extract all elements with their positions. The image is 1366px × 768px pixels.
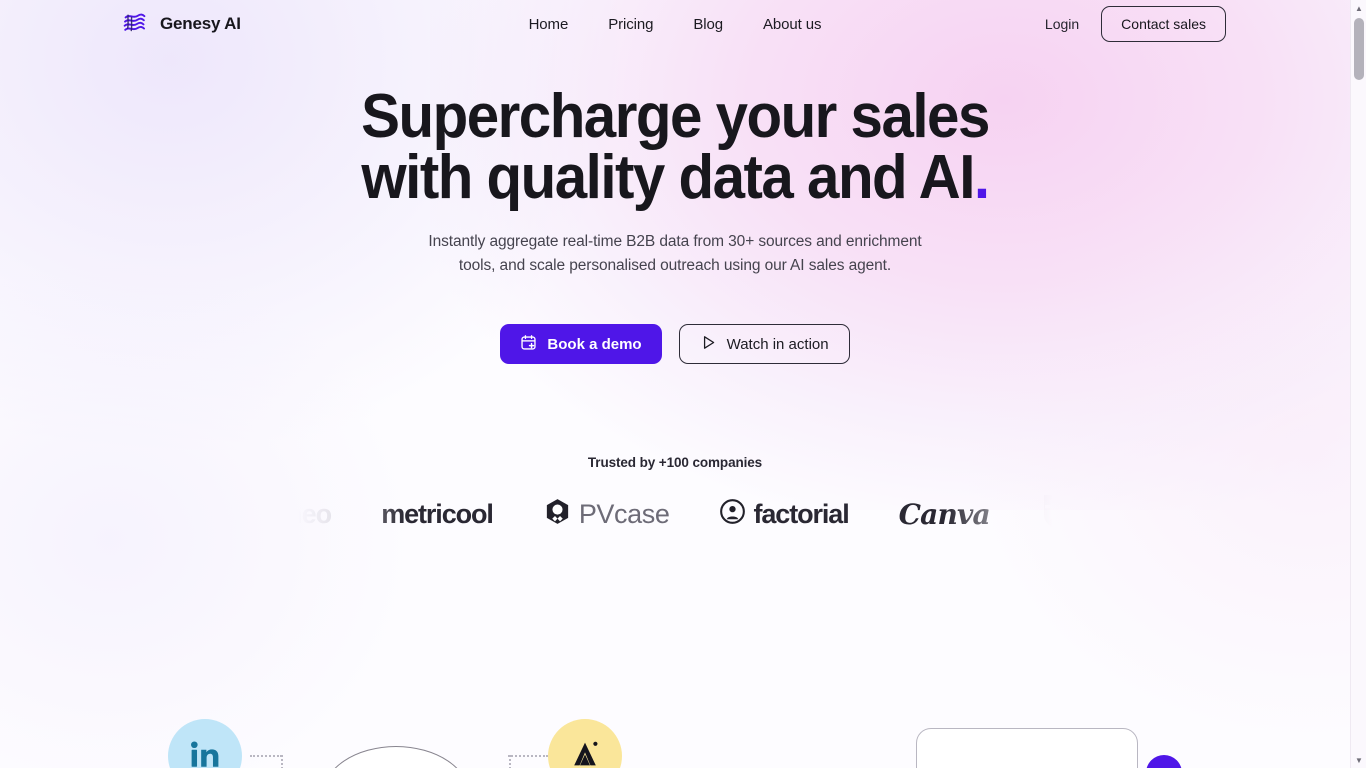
purple-accent-blob xyxy=(1146,755,1182,768)
page-scrollbar[interactable]: ▲ ▼ xyxy=(1350,0,1366,768)
page-viewport: Genesy AI Home Pricing Blog About us Log… xyxy=(0,0,1350,768)
watch-in-action-label: Watch in action xyxy=(726,335,829,353)
hero-headline-line-2-text: with quality data and AI xyxy=(361,143,975,212)
logo-factorial-text: factorial xyxy=(753,498,849,529)
hero-cta-group: Book a demo Watch in action xyxy=(0,324,1350,364)
play-icon xyxy=(700,334,717,355)
nav-link-pricing[interactable]: Pricing xyxy=(608,16,653,33)
calendar-plus-icon xyxy=(520,334,537,355)
nav-link-about-us[interactable]: About us xyxy=(763,16,822,33)
watch-in-action-button[interactable]: Watch in action xyxy=(678,324,850,364)
logo-neo-text: neo xyxy=(286,498,332,529)
hero-subheadline-line-2: tools, and scale personalised outreach u… xyxy=(458,257,892,274)
source-node-apollo[interactable] xyxy=(548,719,622,768)
connector-linkedin xyxy=(250,755,282,757)
trusted-by-heading: Trusted by +100 companies xyxy=(587,455,763,470)
hero-headline-line-1: Supercharge your sales xyxy=(361,82,990,151)
shield-icon xyxy=(1040,489,1064,540)
scrollbar-thumb[interactable] xyxy=(1354,18,1364,80)
apollo-icon xyxy=(567,736,603,768)
logo-pvcase-text: PVcase xyxy=(578,498,670,529)
hero-headline: Supercharge your sales with quality data… xyxy=(41,82,1310,209)
logo-canva-text: Canva xyxy=(898,497,991,531)
top-navigation-bar: Genesy AI Home Pricing Blog About us Log… xyxy=(0,0,1350,48)
logo-metricool-text: metricool xyxy=(381,498,494,529)
login-link[interactable]: Login xyxy=(1045,16,1079,32)
source-node-linkedin[interactable] xyxy=(168,719,242,768)
book-a-demo-label: Book a demo xyxy=(547,335,642,353)
hero-subheadline-line-1: Instantly aggregate real-time B2B data f… xyxy=(428,233,922,250)
pvcase-mark-icon xyxy=(543,497,572,531)
contact-sales-button[interactable]: Contact sales xyxy=(1101,6,1226,42)
page-root: Genesy AI Home Pricing Blog About us Log… xyxy=(0,0,1366,768)
chat-preview-card[interactable] xyxy=(916,728,1138,768)
scrollbar-up-arrow[interactable]: ▲ xyxy=(1351,0,1366,16)
nav-link-home[interactable]: Home xyxy=(529,16,569,33)
hero-subheadline: Instantly aggregate real-time B2B data f… xyxy=(0,230,1350,278)
connector-apollo-down xyxy=(509,755,511,768)
connector-apollo xyxy=(508,755,548,757)
logo-metricool: metricool xyxy=(356,499,518,530)
hero-headline-accent-dot: . xyxy=(973,143,990,212)
nav-actions: Login Contact sales xyxy=(1045,6,1226,42)
logo-pvcase: PVcase xyxy=(518,497,695,531)
connector-linkedin-down xyxy=(281,755,283,768)
hero-headline-line-2: with quality data and AI. xyxy=(41,147,1310,209)
customer-logo-strip: neo metricool PVcase factorial Canva xyxy=(0,486,1350,542)
center-oval-shape xyxy=(322,746,470,768)
book-a-demo-button[interactable]: Book a demo xyxy=(500,324,662,364)
flow-illustration xyxy=(0,600,1350,768)
logo-neo: neo xyxy=(261,499,356,530)
factorial-mark-icon xyxy=(719,498,746,530)
nav-link-blog[interactable]: Blog xyxy=(693,16,723,33)
hero-section: Supercharge your sales with quality data… xyxy=(0,86,1350,364)
logo-factorial: factorial xyxy=(694,498,873,530)
scrollbar-down-arrow[interactable]: ▼ xyxy=(1351,752,1366,768)
linkedin-icon xyxy=(188,737,222,768)
logo-canva: Canva xyxy=(874,498,1015,531)
logo-shield-brand xyxy=(1015,489,1089,540)
